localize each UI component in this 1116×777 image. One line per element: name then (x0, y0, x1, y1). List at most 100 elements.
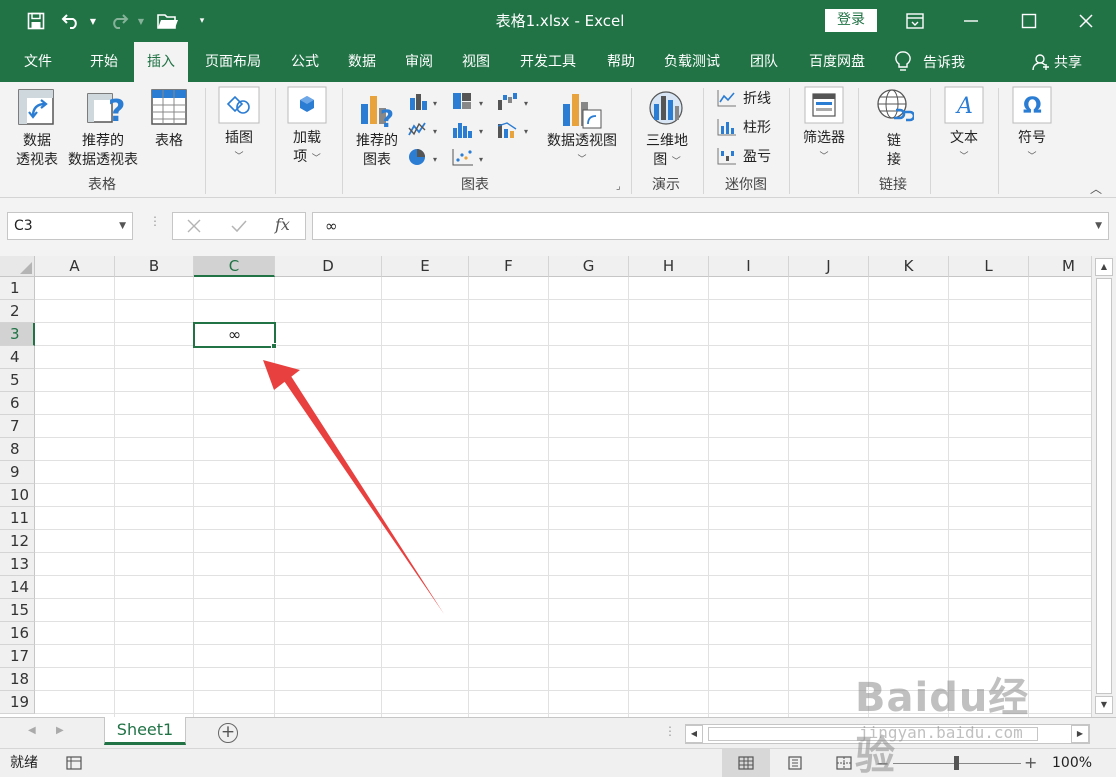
tab-help[interactable]: 帮助 (598, 42, 644, 82)
pivot-table-button[interactable]: 数据 透视表 (8, 132, 66, 170)
column-header-c[interactable]: C (194, 256, 275, 277)
tab-developer[interactable]: 开发工具 (511, 42, 585, 82)
sparkline-line-button[interactable]: 折线 (717, 88, 771, 108)
tab-file[interactable]: 文件 (14, 42, 62, 82)
tab-baidu-netdisk[interactable]: 百度网盘 (800, 42, 874, 82)
close-icon[interactable] (1061, 0, 1111, 42)
sparkline-winloss-button[interactable]: 盈亏 (717, 146, 771, 166)
vertical-scroll-thumb[interactable] (1096, 278, 1112, 694)
login-button[interactable]: 登录 (825, 9, 877, 32)
row-header-18[interactable]: 18 (0, 668, 35, 691)
text-button[interactable]: 文本 ﹀ (940, 129, 988, 167)
page-break-view-icon[interactable] (836, 756, 852, 770)
worksheet-grid[interactable]: A B C D E F G H I J K L M 1 2 3 4 5 6 7 8 9 10 11 12 13 14 15 16 17 18… (0, 256, 1091, 717)
active-cell-c3[interactable]: ∞ (193, 322, 276, 348)
cancel-icon[interactable] (187, 219, 201, 233)
column-header-g[interactable]: G (549, 256, 629, 277)
table-button[interactable]: 表格 (145, 132, 193, 151)
row-header-7[interactable]: 7 (0, 415, 35, 438)
expand-formula-bar-icon[interactable]: ▼ (1095, 213, 1102, 239)
row-header-4[interactable]: 4 (0, 346, 35, 369)
row-header-2[interactable]: 2 (0, 300, 35, 323)
row-header-19[interactable]: 19 (0, 691, 35, 714)
column-header-f[interactable]: F (469, 256, 549, 277)
name-box[interactable]: C3 ▼ (7, 212, 133, 240)
waterfall-chart-icon[interactable]: ▾ (497, 92, 533, 114)
row-header-5[interactable]: 5 (0, 369, 35, 392)
map-3d-button[interactable]: 三维地 图 ﹀ (638, 132, 696, 172)
column-header-l[interactable]: L (949, 256, 1029, 277)
tab-load-test[interactable]: 负载测试 (655, 42, 729, 82)
customize-qat-icon[interactable]: ▾ (195, 0, 209, 42)
collapse-ribbon-icon[interactable]: ︿ (1090, 180, 1102, 197)
sparkline-column-button[interactable]: 柱形 (717, 117, 771, 137)
recommended-charts-button[interactable]: 推荐的 图表 (350, 132, 404, 170)
select-all-corner[interactable] (0, 256, 35, 277)
tab-insert[interactable]: 插入 (134, 42, 188, 82)
row-header-8[interactable]: 8 (0, 438, 35, 461)
page-layout-view-icon[interactable] (787, 756, 803, 770)
slicer-button[interactable]: 筛选器 ﹀ (796, 129, 852, 167)
tab-data[interactable]: 数据 (339, 42, 385, 82)
vertical-scrollbar[interactable]: ▲ ▼ (1091, 256, 1116, 717)
column-header-k[interactable]: K (869, 256, 949, 277)
tab-review[interactable]: 审阅 (396, 42, 442, 82)
chevron-down-icon[interactable]: ▼ (119, 213, 126, 239)
scatter-chart-icon[interactable]: ▾ (452, 148, 488, 170)
symbol-button[interactable]: 符号 ﹀ (1008, 129, 1056, 167)
enter-check-icon[interactable] (231, 219, 247, 233)
redo-icon[interactable] (106, 0, 132, 42)
prev-sheet-icon[interactable]: ◀ (28, 725, 36, 736)
row-header-6[interactable]: 6 (0, 392, 35, 415)
maximize-icon[interactable] (1004, 0, 1054, 42)
row-header-17[interactable]: 17 (0, 645, 35, 668)
addins-button[interactable]: 加载 项 ﹀ (283, 129, 331, 169)
row-header-13[interactable]: 13 (0, 553, 35, 576)
column-header-j[interactable]: J (789, 256, 869, 277)
row-header-10[interactable]: 10 (0, 484, 35, 507)
formula-bar-grip-icon[interactable]: ⋮ (149, 215, 161, 227)
combo-chart-icon[interactable]: ▾ (497, 120, 533, 142)
row-header-3[interactable]: 3 (0, 323, 35, 346)
row-header-11[interactable]: 11 (0, 507, 35, 530)
undo-dropdown-icon[interactable]: ▼ (86, 0, 100, 42)
link-button[interactable]: 链 接 (872, 132, 916, 170)
column-header-m[interactable]: M (1029, 256, 1091, 277)
statistic-chart-icon[interactable]: ▾ (452, 120, 488, 142)
row-header-16[interactable]: 16 (0, 622, 35, 645)
recommended-pivot-button[interactable]: 推荐的 数据透视表 (63, 132, 143, 170)
macro-record-icon[interactable] (66, 756, 82, 770)
undo-icon[interactable] (58, 0, 84, 42)
illustrations-button[interactable]: 插图 ﹀ (214, 129, 264, 167)
row-header-12[interactable]: 12 (0, 530, 35, 553)
pivot-chart-button[interactable]: 数据透视图 ﹀ (538, 132, 626, 170)
ribbon-display-options-icon[interactable] (890, 0, 940, 42)
scroll-up-icon[interactable]: ▲ (1095, 258, 1113, 276)
redo-dropdown-icon[interactable]: ▼ (134, 0, 148, 42)
row-header-1[interactable]: 1 (0, 277, 35, 300)
row-header-9[interactable]: 9 (0, 461, 35, 484)
open-folder-icon[interactable] (155, 0, 181, 42)
tab-formulas[interactable]: 公式 (282, 42, 328, 82)
scroll-left-icon[interactable]: ◀ (685, 725, 703, 743)
minimize-icon[interactable] (946, 0, 996, 42)
tab-view[interactable]: 视图 (453, 42, 499, 82)
column-header-h[interactable]: H (629, 256, 709, 277)
add-sheet-icon[interactable]: + (218, 723, 238, 743)
dialog-launcher-icon[interactable]: ⌟ (616, 181, 621, 192)
column-header-b[interactable]: B (115, 256, 194, 277)
pie-chart-icon[interactable]: ▾ (408, 148, 442, 170)
insert-function-icon[interactable]: fx (275, 215, 290, 234)
zoom-level[interactable]: 100% (1052, 749, 1092, 777)
tab-page-layout[interactable]: 页面布局 (196, 42, 270, 82)
save-icon[interactable] (22, 0, 50, 42)
fill-handle[interactable] (271, 343, 277, 349)
column-header-e[interactable]: E (382, 256, 469, 277)
formula-input[interactable]: ∞ ▼ (312, 212, 1109, 240)
column-chart-icon[interactable]: ▾ (408, 92, 442, 114)
next-sheet-icon[interactable]: ▶ (56, 725, 64, 736)
row-header-14[interactable]: 14 (0, 576, 35, 599)
share-button[interactable]: 共享 (1032, 42, 1082, 82)
tell-me[interactable]: 告诉我 (895, 42, 965, 82)
sheet-tab-sheet1[interactable]: Sheet1 (104, 717, 186, 745)
